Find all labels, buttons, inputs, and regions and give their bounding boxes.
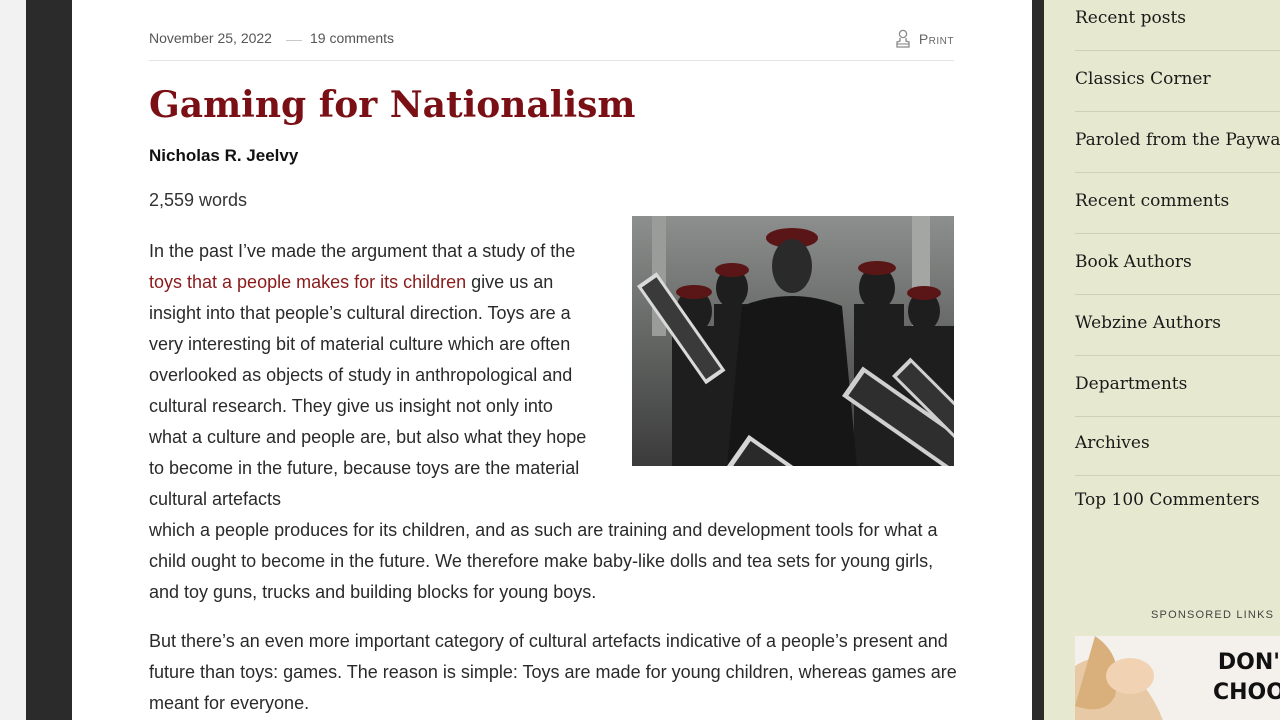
sidebar-item-paroled-from-the-paywall[interactable]: Paroled from the Paywall [1075, 112, 1280, 173]
sidebar-item-label: Departments [1075, 374, 1188, 394]
paragraph-1-middle: give us an insight into that people’s cu… [149, 272, 587, 509]
ad-text: DON'T CHOOS [1213, 650, 1280, 705]
sidebar-item-label: Classics Corner [1075, 69, 1211, 89]
sidebar-item-label: Archives [1075, 433, 1150, 453]
print-button[interactable]: Print [895, 28, 954, 50]
toys-article-link[interactable]: toys that a people makes for its childre… [149, 272, 466, 292]
post-date: November 25, 2022 [149, 30, 272, 46]
left-frame [26, 0, 72, 720]
sidebar-item-label: Recent comments [1075, 191, 1230, 211]
paragraph-2: But there’s an even more important categ… [149, 631, 957, 713]
sidebar-item-classics-corner[interactable]: Classics Corner [1075, 51, 1280, 112]
print-label: Print [918, 31, 954, 47]
article-image [632, 216, 954, 466]
sidebar-item-top-100-commenters[interactable]: Top 100 Commenters [1075, 472, 1280, 532]
paragraph-1-start: In the past I’ve made the argument that … [149, 241, 576, 261]
author-link[interactable]: Nicholas R. Jeelvy [149, 146, 298, 166]
sponsored-ad[interactable]: DON'T CHOOS [1075, 636, 1280, 720]
sidebar-item-recent-posts[interactable]: Recent posts [1075, 0, 1280, 51]
printer-icon [895, 29, 911, 49]
sidebar-item-label: Paroled from the Paywall [1075, 130, 1280, 150]
word-count: 2,559 words [149, 190, 248, 210]
sidebar-item-recent-comments[interactable]: Recent comments [1075, 173, 1280, 234]
paragraph-1: In the past I’ve made the argument that … [149, 236, 594, 515]
left-margin [0, 0, 26, 720]
sidebar-item-departments[interactable]: Departments [1075, 356, 1280, 417]
sidebar-item-label: Webzine Authors [1075, 313, 1221, 333]
article-meta: November 25, 2022 19 comments Print [149, 28, 954, 50]
sidebar-frame [1032, 0, 1044, 720]
sponsored-links-heading: SPONSORED LINKS [1151, 609, 1275, 621]
meta-separator [286, 40, 302, 41]
meta-divider [149, 60, 954, 61]
sidebar: Recent posts Classics Corner Paroled fro… [1044, 0, 1280, 720]
article-title: Gaming for Nationalism [149, 84, 636, 126]
sidebar-item-label: Top 100 Commenters [1075, 490, 1260, 510]
comments-link[interactable]: 19 comments [310, 30, 394, 46]
paragraph-1-continued: which a people produces for its children… [149, 520, 938, 602]
sidebar-item-book-authors[interactable]: Book Authors [1075, 234, 1280, 295]
sidebar-item-label: Recent posts [1075, 8, 1187, 28]
sidebar-item-archives[interactable]: Archives [1075, 415, 1280, 476]
sidebar-item-webzine-authors[interactable]: Webzine Authors [1075, 295, 1280, 356]
sidebar-item-label: Book Authors [1075, 252, 1192, 272]
